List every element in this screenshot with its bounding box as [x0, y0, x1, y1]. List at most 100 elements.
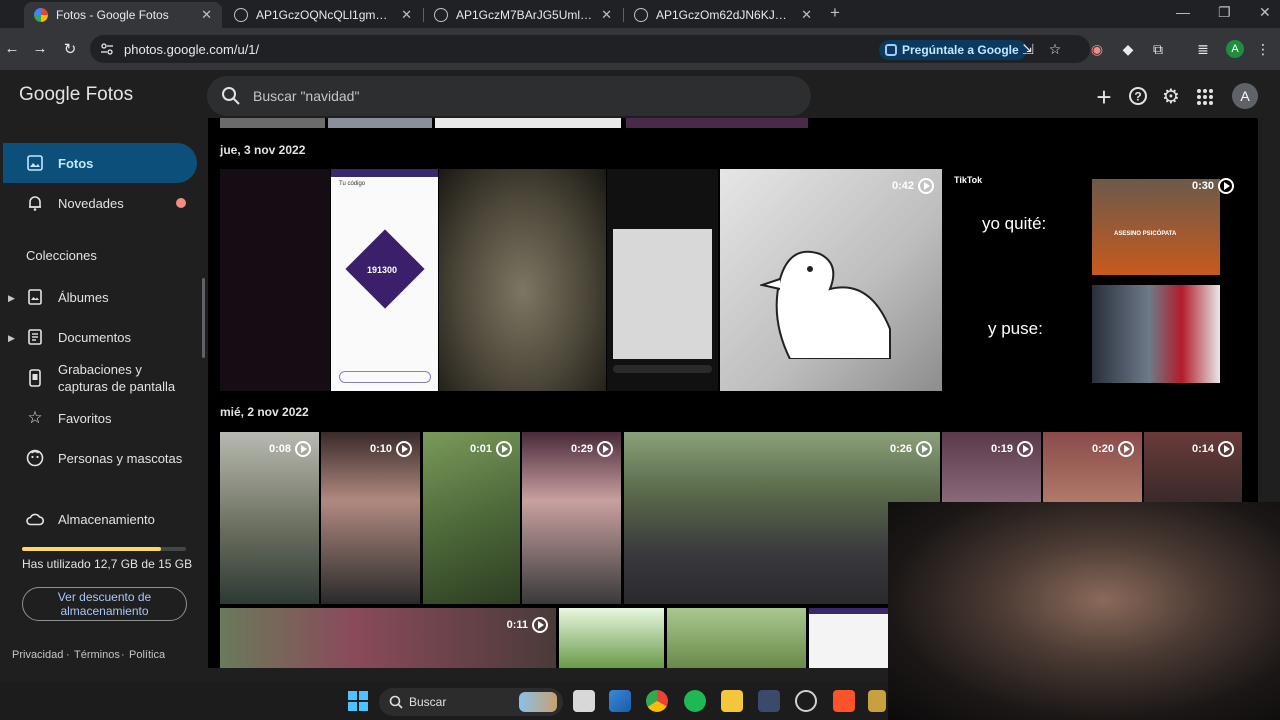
spotify-icon[interactable]: [684, 690, 706, 712]
sidebar-item-favoritos[interactable]: ☆ Favoritos: [0, 398, 198, 438]
overlay-text-yo-quite: yo quité:: [982, 214, 1047, 233]
brave-icon[interactable]: [833, 690, 855, 712]
sidebar-item-almacenamiento[interactable]: Almacenamiento: [0, 499, 198, 539]
game-launcher-icon[interactable]: [868, 690, 886, 712]
search-input[interactable]: [253, 84, 793, 108]
photo-thumbnail[interactable]: [607, 169, 718, 391]
settings-gear-icon[interactable]: ⚙: [1160, 86, 1182, 108]
logo-google-text: Google: [19, 84, 81, 105]
close-tab-icon[interactable]: ✕: [601, 7, 612, 23]
terms-link[interactable]: Términos: [74, 649, 120, 661]
tab-image-1[interactable]: AP1GczOQNcQLl1gmSL8b77xl ✕: [224, 2, 422, 28]
photo-thumbnail[interactable]: [667, 608, 806, 668]
sidebar-item-fotos[interactable]: Fotos: [3, 143, 197, 183]
apps-grid-icon[interactable]: [1194, 86, 1216, 108]
tab-label: AP1GczOQNcQLl1gmSL8b77xl: [256, 8, 393, 22]
video-thumbnail[interactable]: 0:19: [942, 432, 1041, 502]
photo-thumbnail[interactable]: [809, 608, 889, 668]
install-app-icon[interactable]: ⇲: [1019, 41, 1037, 58]
new-tab-button[interactable]: +: [830, 3, 840, 23]
date-heading: jue, 3 nov 2022: [220, 143, 306, 157]
video-thumbnail[interactable]: 0:10: [321, 432, 420, 604]
add-icon[interactable]: +: [1093, 84, 1115, 110]
reload-icon[interactable]: ↻: [60, 40, 80, 58]
video-thumbnail[interactable]: 0:29: [522, 432, 621, 604]
video-duration: 0:30: [1192, 178, 1234, 194]
phone-icon: [26, 369, 44, 387]
duration-text: 0:19: [990, 443, 1013, 455]
tab-image-3[interactable]: AP1GczOm62dJN6KJ0xT3wa1T ✕: [624, 2, 822, 28]
photo-thumbnail[interactable]: [220, 118, 325, 128]
video-thumbnail[interactable]: 0:42: [720, 169, 942, 391]
duration-text: 0:26: [889, 443, 912, 455]
windows-start-icon[interactable]: [347, 690, 369, 712]
tab-image-2[interactable]: AP1GczM7BArJG5UmlUenOjCi ✕: [424, 2, 622, 28]
back-icon[interactable]: ←: [2, 40, 22, 57]
sidebar-item-personas[interactable]: Personas y mascotas: [0, 438, 198, 478]
close-window-icon[interactable]: ✕: [1259, 4, 1271, 21]
duration-text: 0:14: [1191, 443, 1214, 455]
help-icon[interactable]: ?: [1127, 86, 1149, 108]
video-thumbnail[interactable]: 0:11: [220, 608, 556, 668]
video-duration: 0:19: [991, 441, 1033, 457]
tiktok-watermark: TikTok: [954, 175, 983, 185]
account-avatar[interactable]: A: [1232, 83, 1258, 109]
globe-icon: [634, 8, 648, 22]
extensions-puzzle-icon[interactable]: ⧉: [1149, 41, 1167, 58]
bookmark-star-icon[interactable]: ☆: [1046, 41, 1064, 58]
maximize-icon[interactable]: ❐: [1218, 4, 1231, 21]
sidebar-item-novedades[interactable]: Novedades: [0, 183, 198, 223]
ask-google-label: Pregúntale a Google: [902, 43, 1019, 57]
minimize-icon[interactable]: —: [1176, 4, 1190, 20]
phone-screen-button: [339, 371, 431, 383]
reading-list-icon[interactable]: ≣: [1194, 41, 1212, 58]
close-tab-icon[interactable]: ✕: [801, 7, 812, 23]
play-icon: [916, 441, 932, 457]
video-thumbnail[interactable]: 0:14: [1144, 432, 1242, 502]
search-icon: [222, 87, 240, 105]
browser-menu-icon[interactable]: ⋮: [1254, 41, 1272, 58]
google-fotos-logo[interactable]: Google Fotos: [19, 84, 133, 106]
file-explorer-icon[interactable]: [721, 690, 743, 712]
play-icon: [597, 441, 613, 457]
chrome-icon[interactable]: [646, 690, 668, 712]
browser-tab-bar: Fotos - Google Fotos ✕ AP1GczOQNcQLl1gmS…: [0, 0, 1280, 28]
browser-profile-avatar[interactable]: A: [1226, 40, 1244, 58]
search-icon: [389, 695, 403, 709]
extension-diamond-icon[interactable]: ◆: [1119, 41, 1137, 58]
storage-discount-button[interactable]: Ver descuento de almacenamiento: [22, 587, 187, 621]
task-view-icon[interactable]: [573, 690, 595, 712]
photo-thumbnail[interactable]: [559, 608, 664, 668]
sidebar-scrollbar[interactable]: [202, 278, 205, 358]
photo-thumbnail[interactable]: [220, 169, 330, 391]
video-thumbnail[interactable]: TikTok yo quité: y puse: ASESINO PSICÓPA…: [944, 169, 1242, 391]
album-icon: [26, 288, 44, 306]
obs-icon[interactable]: [795, 690, 817, 712]
policy-link[interactable]: Política: [129, 649, 165, 661]
forward-icon[interactable]: →: [30, 40, 50, 57]
site-info-icon[interactable]: [100, 42, 114, 56]
photo-thumbnail[interactable]: Tu código 191300: [331, 169, 438, 391]
photo-thumbnail[interactable]: [328, 118, 432, 128]
video-thumbnail[interactable]: 0:01: [423, 432, 520, 604]
photo-thumbnail[interactable]: [435, 118, 621, 128]
photo-thumbnail[interactable]: [439, 169, 606, 391]
extension-red-icon[interactable]: ◉: [1088, 41, 1106, 58]
video-thumbnail[interactable]: 0:20: [1043, 432, 1142, 502]
privacy-link[interactable]: Privacidad: [12, 649, 63, 661]
taskbar-search[interactable]: Buscar: [379, 688, 563, 716]
video-duration: 0:26: [890, 441, 932, 457]
video-thumbnail[interactable]: 0:08: [220, 432, 319, 604]
sidebar-item-albumes[interactable]: Álbumes: [0, 277, 198, 317]
microsoft-store-icon[interactable]: [609, 690, 631, 712]
photo-thumbnail[interactable]: [626, 118, 808, 128]
sidebar-item-grabaciones[interactable]: Grabaciones y capturas de pantalla: [0, 358, 198, 398]
search-bar[interactable]: [207, 76, 811, 116]
ask-google-button[interactable]: Pregúntale a Google: [879, 40, 1027, 60]
sidebar-item-documentos[interactable]: Documentos: [0, 317, 198, 357]
photo-icon: [26, 154, 44, 172]
close-tab-icon[interactable]: ✕: [201, 7, 212, 23]
app-icon[interactable]: [758, 690, 780, 712]
tab-google-fotos[interactable]: Fotos - Google Fotos ✕: [24, 2, 222, 28]
close-tab-icon[interactable]: ✕: [401, 7, 412, 23]
